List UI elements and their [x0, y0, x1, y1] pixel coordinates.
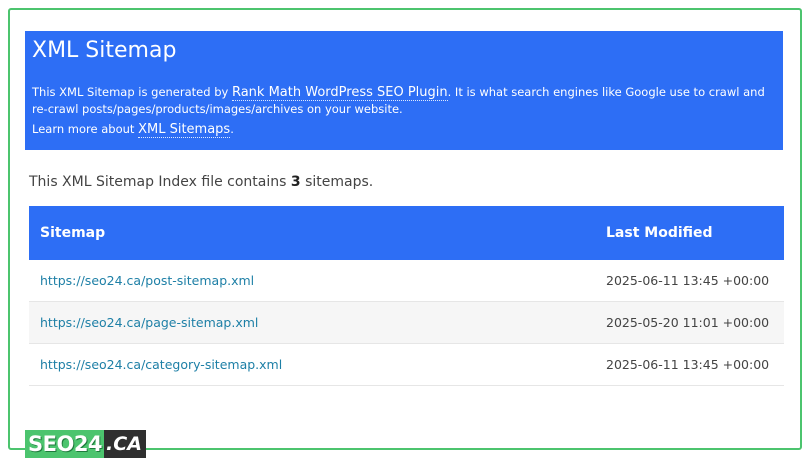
header-last-modified: Last Modified	[606, 225, 713, 241]
summary-before: This XML Sitemap Index file contains	[29, 174, 291, 190]
header-sitemap: Sitemap	[40, 225, 106, 241]
table-row: https://seo24.ca/category-sitemap.xml 20…	[29, 344, 784, 386]
last-modified-value: 2025-05-20 11:01 +00:00	[606, 315, 770, 330]
sitemap-link-post[interactable]: https://seo24.ca/post-sitemap.xml	[40, 273, 254, 288]
last-modified-value: 2025-06-11 13:45 +00:00	[606, 357, 770, 372]
logo-seo24: SEO24	[25, 430, 105, 458]
intro-text-before: This XML Sitemap is generated by	[32, 85, 232, 99]
summary-after: sitemaps.	[300, 174, 374, 190]
page-title: XML Sitemap	[32, 38, 177, 63]
learn-more-after: .	[230, 122, 234, 136]
sitemap-count: 3	[290, 174, 301, 190]
sitemap-table: Sitemap Last Modified https://seo24.ca/p…	[29, 206, 784, 386]
table-row: https://seo24.ca/page-sitemap.xml 2025-0…	[29, 302, 784, 344]
seo24-logo: SEO24 .CA	[25, 430, 146, 458]
rank-math-link[interactable]: Rank Math WordPress SEO Plugin	[231, 85, 448, 101]
last-modified-value: 2025-06-11 13:45 +00:00	[606, 273, 770, 288]
logo-ca: .CA	[104, 430, 146, 458]
sitemap-link-page[interactable]: https://seo24.ca/page-sitemap.xml	[40, 315, 258, 330]
intro-text: This XML Sitemap is generated by Rank Ma…	[32, 84, 775, 117]
table-row: https://seo24.ca/post-sitemap.xml 2025-0…	[29, 260, 784, 302]
sitemap-summary: This XML Sitemap Index file contains 3 s…	[29, 172, 373, 192]
learn-more-before: Learn more about	[32, 122, 139, 136]
xml-sitemaps-link[interactable]: XML Sitemaps	[138, 122, 231, 138]
learn-more-text: Learn more about XML Sitemaps.	[32, 121, 775, 138]
table-header: Sitemap Last Modified	[29, 206, 784, 260]
sitemap-header: XML Sitemap This XML Sitemap is generate…	[25, 31, 783, 150]
sitemap-link-category[interactable]: https://seo24.ca/category-sitemap.xml	[40, 357, 282, 372]
